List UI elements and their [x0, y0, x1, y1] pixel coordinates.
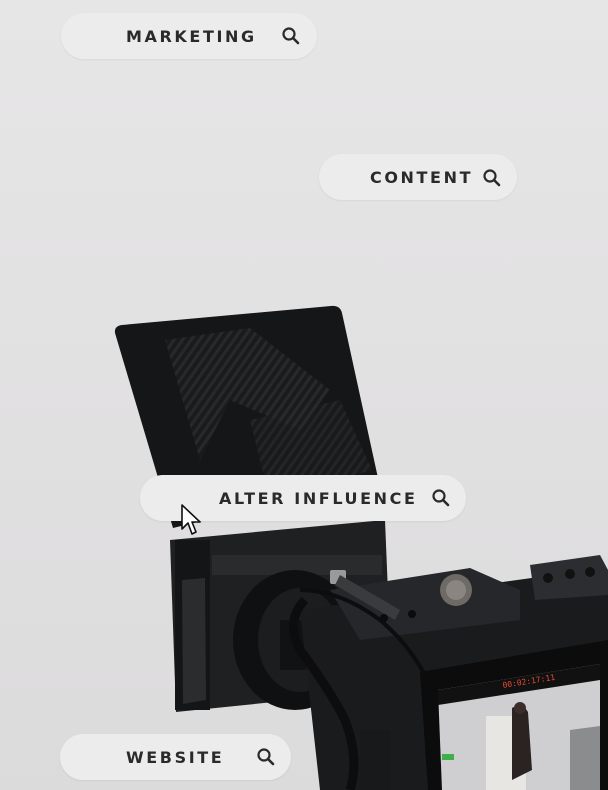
- camera-rig-photo: 00:02:17:11: [114, 305, 608, 790]
- alter-influence-label: ALTER INFLUENCE: [219, 488, 418, 508]
- search-icon[interactable]: [281, 26, 301, 46]
- website-search-pill[interactable]: WEBSITE: [60, 734, 291, 780]
- website-label: WEBSITE: [126, 747, 225, 767]
- search-icon[interactable]: [431, 488, 451, 508]
- arrow-pointer-icon: [181, 504, 201, 535]
- marketing-search-pill[interactable]: MARKETING: [61, 13, 317, 59]
- search-icon[interactable]: [482, 168, 502, 188]
- content-search-pill[interactable]: CONTENT: [319, 154, 517, 200]
- search-icon[interactable]: [256, 747, 276, 767]
- marketing-label: MARKETING: [126, 26, 257, 46]
- content-label: CONTENT: [370, 167, 474, 187]
